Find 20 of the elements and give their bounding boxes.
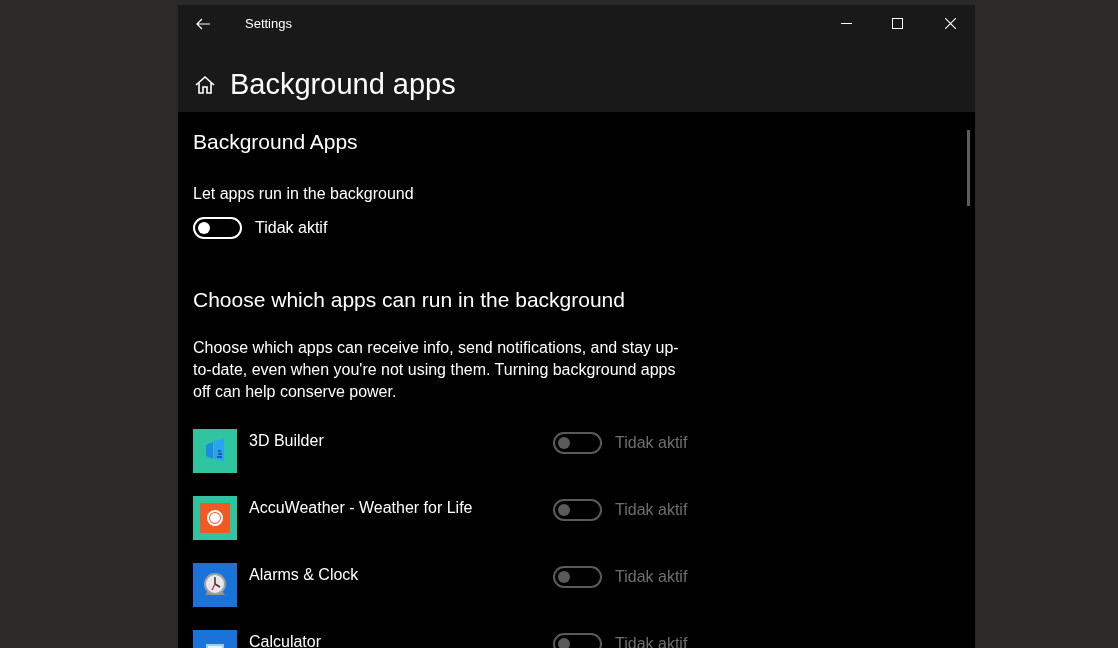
app-name: Calculator [249, 632, 323, 648]
app-name: 3D Builder [249, 431, 325, 451]
description-text: Choose which apps can receive info, send notifications, and stay up-to-date, even when you're not using them. Turning background apps off can help conserve power. [193, 338, 680, 402]
home-icon[interactable] [194, 75, 216, 95]
close-icon [944, 18, 956, 29]
toggle-state-label: Tidak aktif [615, 433, 688, 453]
back-arrow-icon [195, 17, 211, 30]
app-name: AccuWeather - Weather for Life [249, 498, 474, 518]
scrollbar-thumb[interactable] [967, 130, 970, 206]
app-name: Alarms & Clock [249, 565, 360, 585]
toggle-state-label: Tidak aktif [255, 217, 328, 238]
section-heading: Background Apps [193, 129, 359, 155]
section-heading: Choose which apps can run in the background [193, 286, 626, 313]
minimize-icon [840, 23, 852, 24]
window-title: Settings [245, 14, 292, 33]
setting-label: Let apps run in the background [193, 183, 415, 204]
page-title: Background apps [230, 67, 456, 103]
maximize-icon [891, 18, 903, 29]
toggle-state-label: Tidak aktif [615, 500, 688, 520]
toggle-state-label: Tidak aktif [615, 567, 688, 587]
